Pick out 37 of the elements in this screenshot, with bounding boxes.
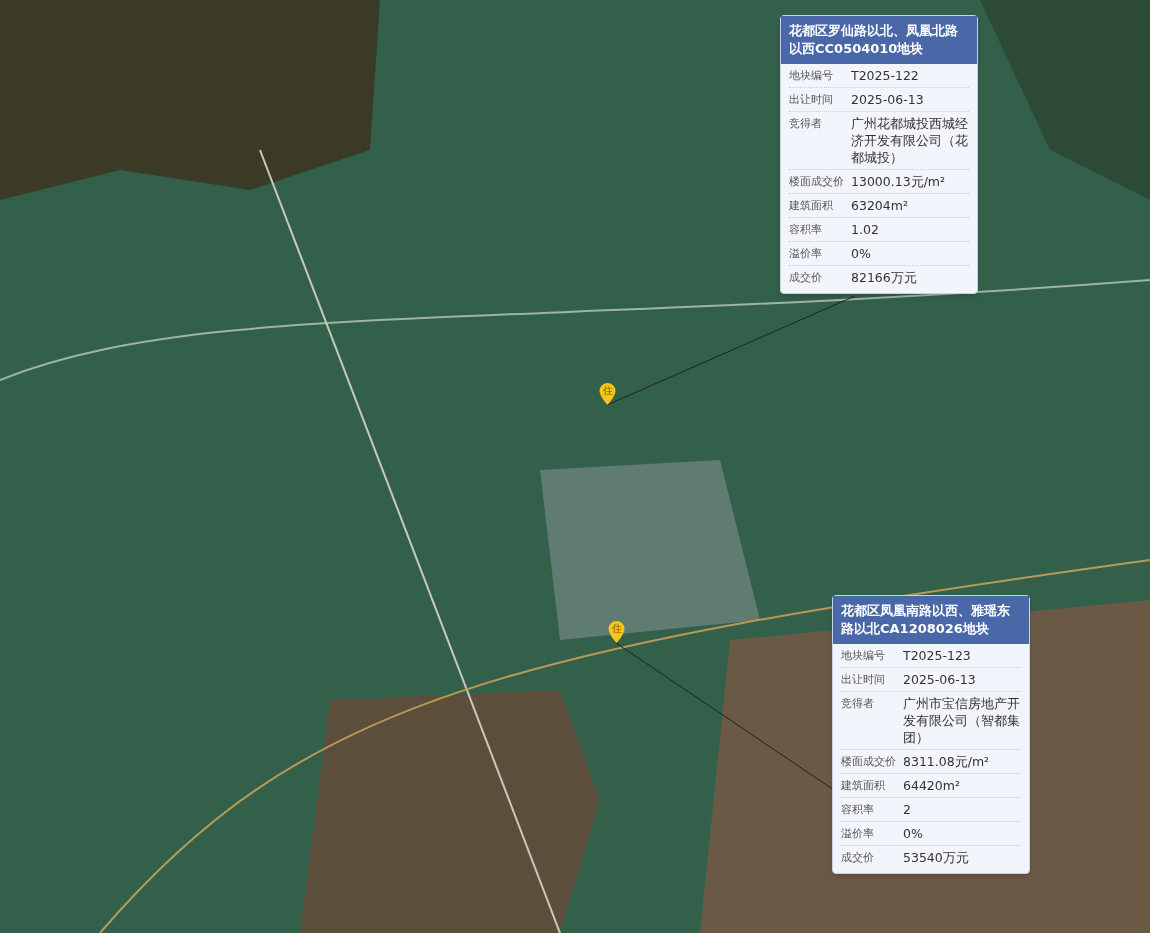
field-label: 出让时间 <box>789 92 834 108</box>
field-value: 2025-06-13 <box>851 91 925 108</box>
field-value: 0% <box>851 245 872 262</box>
field-value: 广州花都城投西城经济开发有限公司（花都城投） <box>851 115 969 166</box>
field-value: 2025-06-13 <box>903 671 977 688</box>
field-value: 64420m² <box>903 777 961 794</box>
field-value: 2 <box>903 801 912 818</box>
field-label: 建筑面积 <box>841 778 886 794</box>
field-value: 8311.08元/m² <box>903 753 991 770</box>
field-label: 建筑面积 <box>789 198 834 214</box>
field-value: 63204m² <box>851 197 909 214</box>
field-value: T2025-122 <box>851 67 920 84</box>
field-value: 13000.13元/m² <box>851 173 947 190</box>
map-pin[interactable]: 住 <box>608 621 625 643</box>
field-value: T2025-123 <box>903 647 972 664</box>
field-label: 地块编号 <box>841 648 886 664</box>
field-label: 成交价 <box>789 270 823 286</box>
field-label: 成交价 <box>841 850 875 866</box>
field-label: 溢价率 <box>789 246 823 262</box>
satellite-map[interactable] <box>0 0 1150 933</box>
field-value: 1.02 <box>851 221 880 238</box>
field-label: 出让时间 <box>841 672 886 688</box>
field-label: 地块编号 <box>789 68 834 84</box>
field-label: 容积率 <box>789 222 823 238</box>
field-label: 容积率 <box>841 802 875 818</box>
field-label: 楼面成交价 <box>789 174 845 190</box>
field-label: 竞得者 <box>789 116 823 132</box>
field-value: 0% <box>903 825 924 842</box>
popup-title: 花都区凤凰南路以西、雅瑶东路以北CA1208026地块 <box>833 596 1029 644</box>
field-value: 53540万元 <box>903 849 970 866</box>
field-label: 楼面成交价 <box>841 754 897 770</box>
field-value: 广州市宝信房地产开发有限公司（智都集团） <box>903 695 1021 746</box>
field-label: 溢价率 <box>841 826 875 842</box>
popup-title: 花都区罗仙路以北、凤凰北路以西CC0504010地块 <box>781 16 977 64</box>
field-label: 竞得者 <box>841 696 875 712</box>
map-pin[interactable]: 住 <box>599 383 616 405</box>
field-value: 82166万元 <box>851 269 918 286</box>
